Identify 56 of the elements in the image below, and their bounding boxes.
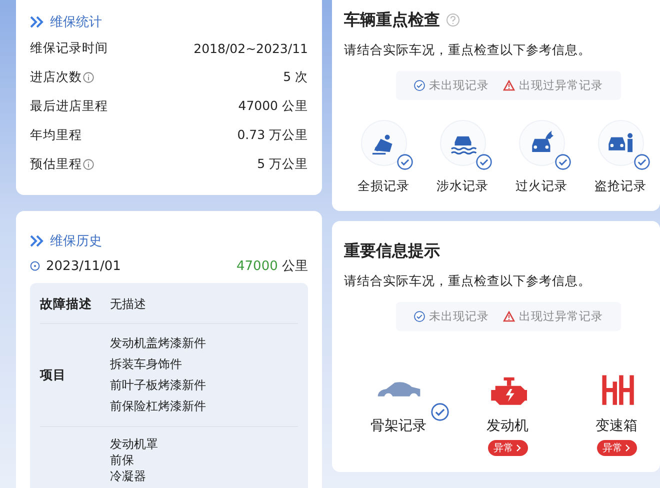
chevron-icon xyxy=(624,444,630,452)
detail-item: 拆装车身饰件 xyxy=(110,356,183,373)
abnormal-badge[interactable]: 异常 xyxy=(488,440,528,456)
legend-label: 出现过异常记录 xyxy=(519,309,603,324)
card-subtitle: 请结合实际车况，重点检查以下参考信息。 xyxy=(344,273,592,290)
section-title: 维保历史 xyxy=(50,233,102,250)
item-label: 盗抢记录 xyxy=(594,178,646,195)
warning-icon xyxy=(503,80,515,91)
card-subtitle: 请结合实际车况，重点检查以下参考信息。 xyxy=(344,42,592,59)
abnormal-badge[interactable]: 异常 xyxy=(596,440,636,456)
item-label: 全损记录 xyxy=(358,178,410,195)
warning-icon xyxy=(503,311,515,322)
clock-icon xyxy=(30,261,40,271)
chevrons-icon xyxy=(30,16,44,28)
card-title: 车辆重点检查 xyxy=(344,10,440,30)
stat-value: 2018/02~2023/11 xyxy=(194,41,308,56)
stat-value: 5 万公里 xyxy=(257,156,308,173)
detail-label: 项目 xyxy=(40,366,67,384)
stat-label: 年均里程 xyxy=(30,127,82,144)
detail-item: 无描述 xyxy=(110,296,146,313)
check-icon xyxy=(414,80,425,91)
record-mileage: 47000 公里 xyxy=(236,258,308,275)
check-icon xyxy=(414,311,425,322)
item-label: 涉水记录 xyxy=(436,178,488,195)
item-label: 变速箱 xyxy=(596,417,638,435)
legend-label: 未出现记录 xyxy=(429,309,489,324)
detail-item: 前叶子板烤漆新件 xyxy=(110,377,206,394)
stat-label: 预估里程 xyxy=(30,156,82,173)
section-title: 维保统计 xyxy=(50,14,102,31)
detail-item: 前保 xyxy=(110,452,135,468)
item-label: 过火记录 xyxy=(516,178,568,195)
detail-label: 故障描述 xyxy=(40,296,93,312)
info-icon[interactable] xyxy=(83,72,94,83)
info-icon[interactable] xyxy=(83,159,94,170)
detail-item: 冷凝器 xyxy=(110,468,147,484)
icon-circle[interactable] xyxy=(518,120,564,166)
record-date: 2023/11/01 xyxy=(46,258,121,274)
stat-label: 最后进店里程 xyxy=(30,98,108,115)
icon-circle[interactable] xyxy=(360,120,406,166)
stat-label: 进店次数 xyxy=(30,69,82,86)
detail-item: 前保险杠烤漆新件 xyxy=(110,398,206,415)
icon-circle[interactable] xyxy=(598,120,644,166)
icon-circle[interactable] xyxy=(440,120,486,166)
detail-item: 发动机罩 xyxy=(110,436,158,452)
chevron-icon xyxy=(516,444,522,452)
stat-value: 0.73 万公里 xyxy=(237,127,308,144)
legend-label: 出现过异常记录 xyxy=(519,78,603,93)
item-label: 骨架记录 xyxy=(370,417,426,435)
detail-item: 发动机盖烤漆新件 xyxy=(110,335,206,352)
card-title: 重要信息提示 xyxy=(344,240,440,262)
item-label: 发动机 xyxy=(486,417,528,435)
chevrons-icon xyxy=(30,235,44,247)
stat-value: 5 次 xyxy=(283,69,308,86)
stat-label: 维保记录时间 xyxy=(30,40,108,57)
legend-label: 未出现记录 xyxy=(429,78,489,93)
stat-value: 47000 公里 xyxy=(238,98,308,115)
